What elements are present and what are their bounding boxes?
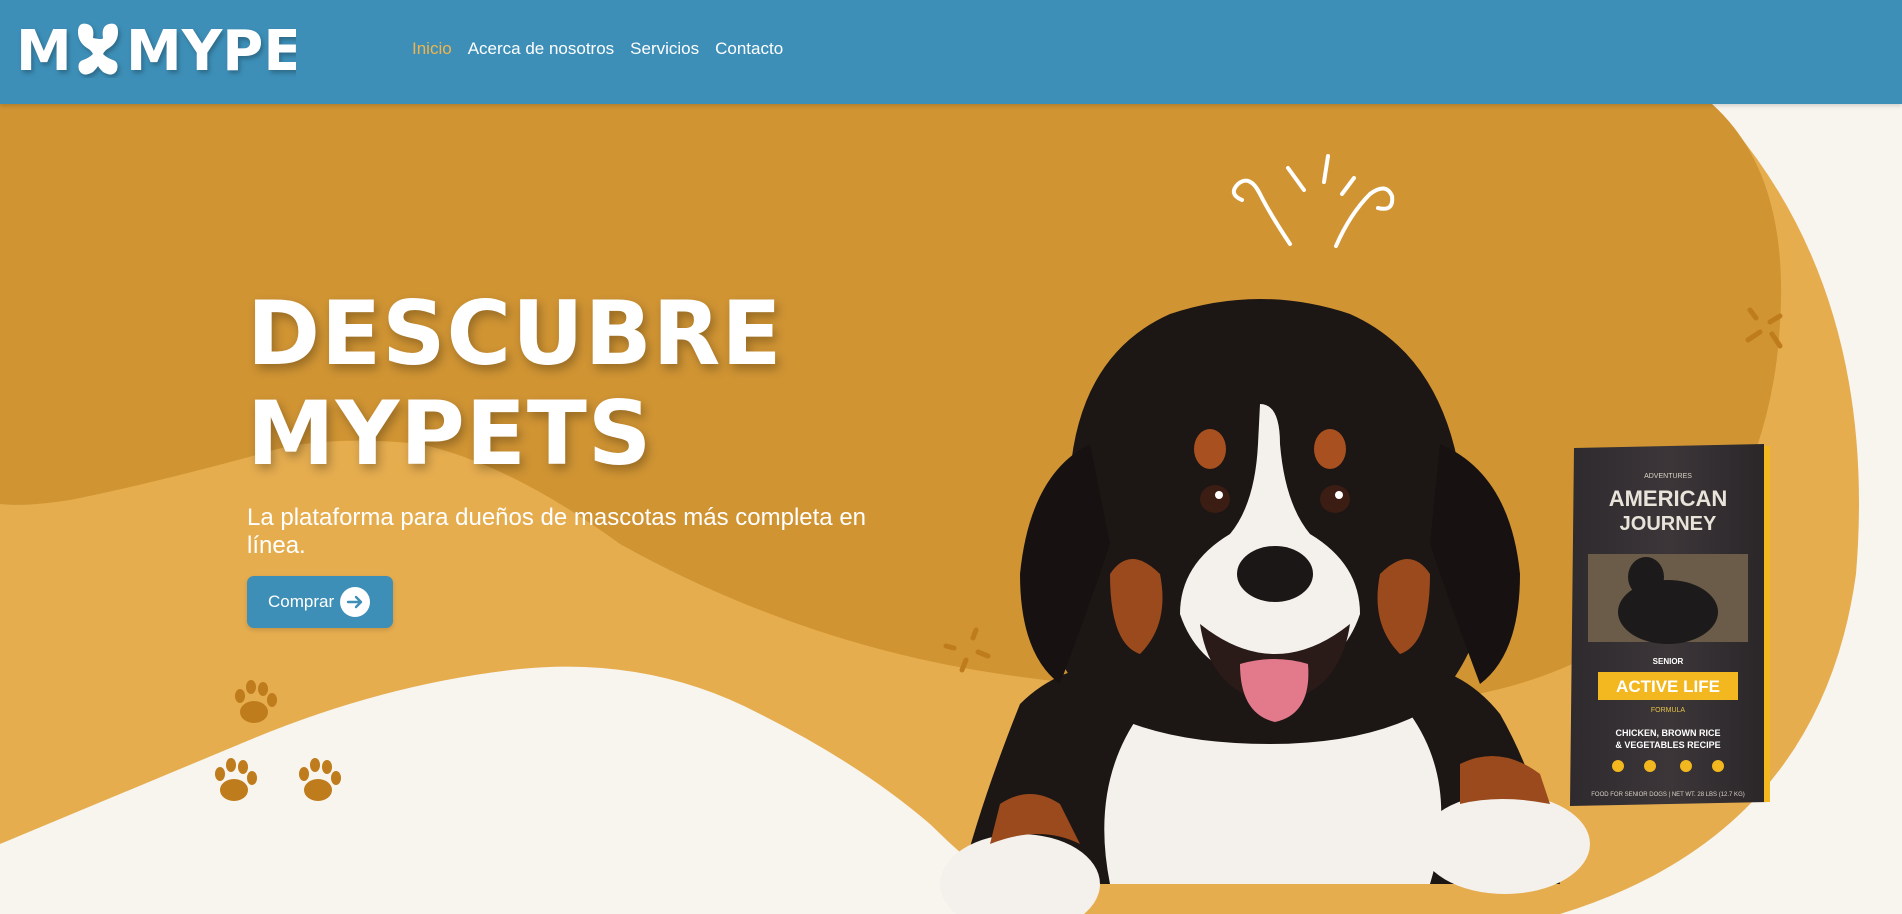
dog-image	[940, 299, 1590, 914]
sparkle-icon	[1745, 307, 1783, 349]
hero-text-block: DESCUBRE MYPETS La plataforma para dueño…	[247, 284, 947, 560]
site-logo[interactable]: M MYPETS	[16, 18, 296, 78]
bag-brand-line-1: AMERICAN	[1609, 486, 1728, 511]
hero-headline: DESCUBRE MYPETS	[247, 284, 947, 484]
product-bag: ADVENTURES AMERICAN JOURNEY SENIOR ACTIV…	[1566, 442, 1771, 812]
nav-inicio[interactable]: Inicio	[412, 39, 452, 59]
bag-footer: FOOD FOR SENIOR DOGS | NET WT. 28 LBS (1…	[1591, 792, 1744, 798]
excitement-lines-icon	[1231, 154, 1395, 248]
paw-icon	[299, 758, 341, 801]
nav-contacto[interactable]: Contacto	[715, 39, 783, 59]
arrow-right-icon	[340, 587, 370, 617]
comprar-button[interactable]: Comprar	[247, 576, 393, 628]
bag-tag: SENIOR	[1653, 657, 1684, 666]
bone-heart-icon	[78, 23, 118, 75]
hero-subtitle: La plataforma para dueños de mascotas má…	[247, 504, 867, 559]
paw-icon	[235, 680, 277, 723]
bag-brand-top: ADVENTURES	[1644, 473, 1692, 480]
bag-recipe-line-1: CHICKEN, BROWN RICE	[1616, 728, 1721, 738]
hero-section: DESCUBRE MYPETS La plataforma para dueño…	[0, 104, 1902, 914]
bag-brand-line-2: JOURNEY	[1620, 513, 1717, 535]
bag-line-name: ACTIVE LIFE	[1616, 677, 1720, 696]
headline-line-2: MYPETS	[247, 382, 653, 485]
logo-text: MYPETS	[126, 19, 296, 78]
nav-acerca[interactable]: Acerca de nosotros	[468, 39, 614, 59]
bag-recipe-line-2: & VEGETABLES RECIPE	[1615, 740, 1720, 750]
nav-servicios[interactable]: Servicios	[630, 39, 699, 59]
bag-formula: FORMULA	[1651, 707, 1686, 714]
headline-line-1: DESCUBRE	[247, 282, 783, 385]
comprar-button-label: Comprar	[268, 592, 335, 611]
paw-prints-decoration	[215, 680, 341, 801]
main-nav: Inicio Acerca de nosotros Servicios Cont…	[412, 39, 783, 59]
paw-icon	[215, 758, 257, 801]
navbar: M MYPETS Inicio Acerca de nosotros Servi…	[0, 0, 1902, 104]
svg-text:M: M	[16, 19, 72, 78]
